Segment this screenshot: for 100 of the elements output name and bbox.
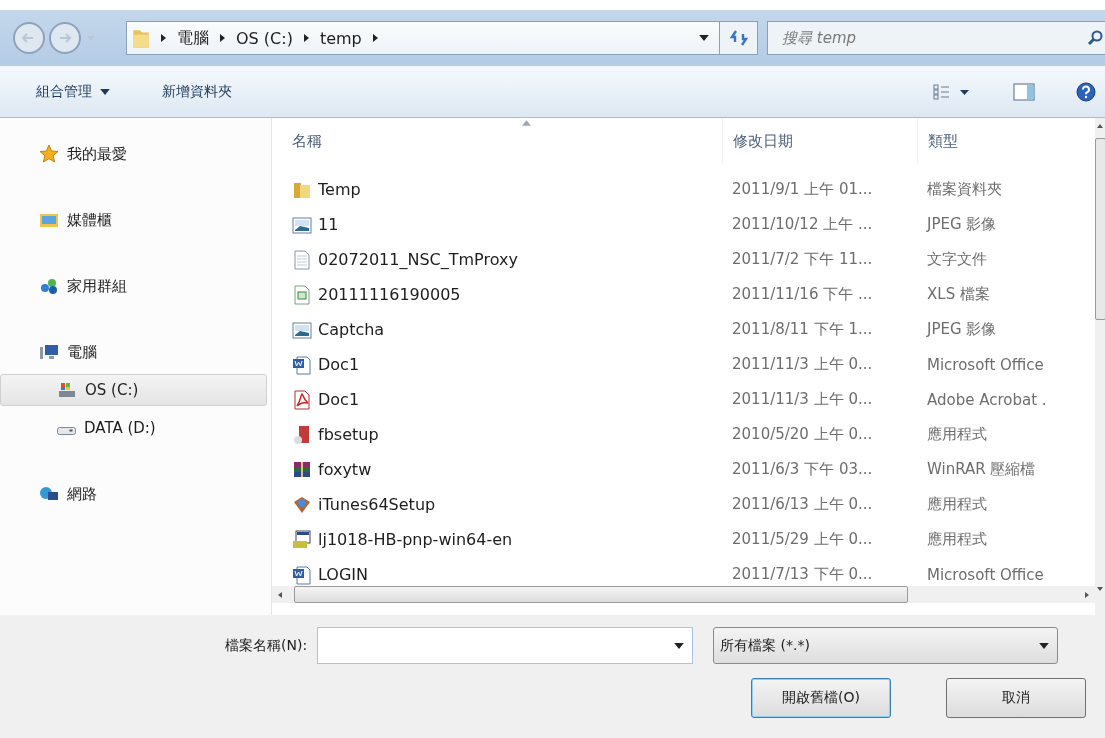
date-cell-text: 2011/8/11 下午 1... xyxy=(731,320,874,339)
folder-icon xyxy=(132,27,150,49)
file-name-cell[interactable]: Captcha xyxy=(282,319,722,340)
date-cell-text: 2011/9/1 上午 01... xyxy=(731,180,874,199)
type-cell-text: 應用程式 xyxy=(926,425,988,444)
new-folder-button[interactable]: 新增資料夾 xyxy=(156,78,238,105)
sidebar-label: DATA (D:) xyxy=(84,419,156,437)
document-icon xyxy=(292,249,312,270)
archive-icon xyxy=(292,459,312,480)
star-icon xyxy=(39,144,59,164)
file-name-cell[interactable]: 02072011_NSC_TmProxy xyxy=(282,249,722,270)
type-cell-text: XLS 檔案 xyxy=(926,285,991,304)
type-cell-text: 應用程式 xyxy=(926,530,988,549)
type-cell-text: JPEG 影像 xyxy=(925,215,998,234)
sidebar-item[interactable]: OS (C:) xyxy=(0,374,267,406)
sidebar-label: 電腦 xyxy=(67,342,97,362)
help-icon[interactable] xyxy=(1075,81,1097,102)
type-cell-text: 應用程式 xyxy=(926,495,988,514)
file-name-cell[interactable]: iTunes64Setup xyxy=(282,494,722,515)
sidebar-label: 網路 xyxy=(67,484,97,504)
date-cell-text: 2011/6/3 下午 03... xyxy=(731,460,874,479)
image-file-icon xyxy=(292,319,312,340)
organize-button[interactable]: 組合管理 xyxy=(30,78,116,105)
date-cell-text: 2011/7/13 下午 0... xyxy=(731,565,874,584)
word-document-icon xyxy=(292,354,312,375)
type-cell-text: Microsoft Office xyxy=(926,565,1045,584)
sidebar-label: 家用群組 xyxy=(67,276,127,296)
date-cell-text: 2010/5/20 上午 0... xyxy=(731,425,874,444)
sort-arrow-icon xyxy=(522,120,531,126)
file-name-cell[interactable]: Doc1 xyxy=(282,389,722,410)
chevron-icon[interactable] xyxy=(303,34,309,42)
date-cell-text: 2011/11/3 上午 0... xyxy=(731,355,874,374)
file-name-cell[interactable]: 11 xyxy=(282,214,722,235)
breadcrumb[interactable]: 電腦 xyxy=(177,27,209,49)
date-cell-text: 2011/11/16 下午 ... xyxy=(731,285,874,304)
sidebar-item[interactable]: 我的最愛 xyxy=(0,138,267,170)
file-name-cell[interactable]: foxytw xyxy=(282,459,722,480)
setup-icon xyxy=(292,424,312,445)
installer-icon xyxy=(292,529,312,550)
type-cell-text: JPEG 影像 xyxy=(925,320,998,339)
refresh-button[interactable] xyxy=(720,21,758,55)
package-icon xyxy=(292,494,312,515)
type-cell-text: WinRAR 壓縮檔 xyxy=(926,460,1037,479)
breadcrumb[interactable]: OS (C:) xyxy=(236,28,293,48)
date-cell-text: 2011/6/13 上午 0... xyxy=(731,495,874,514)
sidebar-item[interactable]: 網路 xyxy=(0,478,267,510)
sidebar-item[interactable]: 家用群組 xyxy=(0,270,267,302)
horizontal-scrollbar[interactable] xyxy=(272,586,1095,603)
search-icon xyxy=(1087,30,1103,46)
image-file-icon xyxy=(292,214,312,235)
type-cell-text: 文字文件 xyxy=(926,250,988,269)
file-name-cell[interactable]: Temp xyxy=(282,179,722,200)
scroll-right-icon[interactable] xyxy=(1085,591,1089,598)
chevron-icon[interactable] xyxy=(372,34,378,42)
cancel-button[interactable]: 取消 xyxy=(946,678,1086,718)
chevron-icon[interactable] xyxy=(161,34,166,42)
type-cell-text: 檔案資料夾 xyxy=(926,180,1003,199)
column-header[interactable]: 名稱 xyxy=(282,118,722,164)
file-name-cell[interactable]: LOGIN xyxy=(282,564,722,585)
sidebar-item[interactable]: DATA (D:) xyxy=(0,412,267,444)
sidebar-label: 媒體櫃 xyxy=(67,210,112,230)
drive-icon xyxy=(57,427,76,435)
refresh-icon xyxy=(728,30,749,46)
chevron-icon[interactable] xyxy=(220,34,225,42)
scroll-up-icon[interactable] xyxy=(1097,124,1103,128)
scroll-down-icon[interactable] xyxy=(1097,587,1103,591)
homegroup-icon xyxy=(39,276,59,296)
type-cell-text: Adobe Acrobat . xyxy=(926,390,1048,409)
sidebar-label: OS (C:) xyxy=(85,381,139,399)
column-header[interactable]: 修改日期 xyxy=(722,118,917,164)
file-type-dropdown[interactable]: 所有檔案 (*.*) xyxy=(713,627,1059,664)
date-cell-text: 2011/5/29 上午 0... xyxy=(731,530,874,549)
spreadsheet-icon xyxy=(292,284,312,305)
file-name-cell[interactable]: Doc1 xyxy=(282,354,722,375)
sidebar-item[interactable]: 媒體櫃 xyxy=(0,204,267,236)
computer-icon xyxy=(39,342,59,362)
file-name-cell[interactable]: lj1018-HB-pnp-win64-en xyxy=(282,529,722,550)
type-cell-text: Microsoft Office xyxy=(926,355,1045,374)
address-bar[interactable]: 電腦 OS (C:) temp xyxy=(126,21,720,55)
search-field[interactable]: 搜尋 temp xyxy=(767,21,1105,55)
dropdown-caret-icon xyxy=(1039,642,1050,649)
file-name-field[interactable] xyxy=(317,627,694,664)
sidebar-label: 我的最愛 xyxy=(67,144,127,164)
caret-icon xyxy=(100,88,110,95)
open-button[interactable]: 開啟舊檔(O) xyxy=(751,678,891,718)
date-cell-text: 2011/10/12 上午 ... xyxy=(731,215,874,234)
breadcrumb[interactable]: temp xyxy=(319,28,362,48)
scroll-left-icon[interactable] xyxy=(278,591,282,598)
file-name-cell[interactable]: 20111116190005 xyxy=(282,284,722,305)
sidebar-item[interactable]: 電腦 xyxy=(0,336,267,368)
date-cell-text: 2011/7/2 下午 11... xyxy=(731,250,874,269)
pdf-icon xyxy=(292,389,312,410)
vertical-scrollbar[interactable] xyxy=(1095,118,1105,615)
file-name-label: 檔案名稱(N): xyxy=(225,636,308,655)
drive-icon xyxy=(57,380,77,400)
dropdown-caret-icon[interactable] xyxy=(699,35,709,41)
file-name-cell[interactable]: fbsetup xyxy=(282,424,722,445)
word-document-icon xyxy=(292,564,312,585)
date-cell-text: 2011/11/3 上午 0... xyxy=(731,390,874,409)
dropdown-caret-icon[interactable] xyxy=(674,643,685,649)
